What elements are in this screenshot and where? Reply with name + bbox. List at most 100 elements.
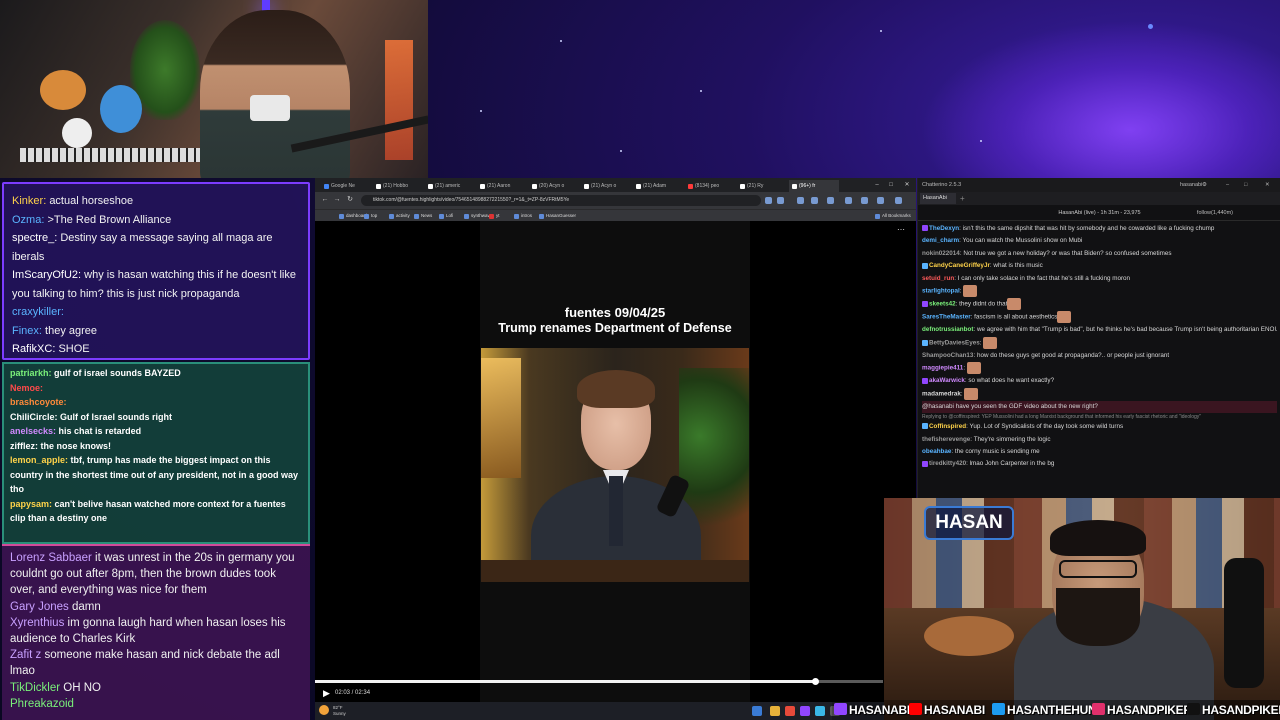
menu-icon[interactable] [895,197,902,204]
profile-icon[interactable] [877,197,884,204]
video-progress-bar[interactable] [315,678,883,685]
browser-tab[interactable]: Google Ne [321,180,371,192]
chat-username[interactable]: TikDickler [10,682,60,694]
chat-username[interactable]: Phreakazoid [10,698,74,710]
bookmark-link[interactable]: yt [489,212,500,220]
chat-username[interactable]: brashcoyote [10,397,64,407]
windows-start-icon[interactable] [752,706,762,716]
chat-username[interactable]: madamedrak [922,390,961,397]
chat-username[interactable]: craxykiller [12,306,61,318]
chat-username[interactable]: CandyCaneGriffeyJr [929,262,990,269]
chat-username[interactable]: skeets42 [929,301,956,308]
tab-hasanabi[interactable]: HasanAbi [920,193,956,204]
reload-icon[interactable]: ↻ [346,196,354,204]
bookmark-link[interactable]: intros [514,212,532,220]
chat-username[interactable]: Gary Jones [10,601,69,613]
browser-tab[interactable]: (8134) peo [685,180,735,192]
browser-tab[interactable]: (21) Acyn o [581,180,631,192]
close-icon[interactable]: ✕ [903,180,911,190]
more-options-icon[interactable]: ⋯ [896,225,906,235]
download-icon[interactable] [845,197,852,204]
bookmark-link[interactable]: Lofi [439,212,453,220]
chat-message: Nemoe: [10,381,302,396]
progress-handle[interactable] [811,678,819,685]
account-name[interactable]: hasanabi [1180,178,1202,192]
chat-username[interactable]: Finex [12,325,39,337]
chat-username[interactable]: obeahbae [922,448,951,455]
browser-tab[interactable]: (96+) fr [789,180,839,192]
chat-username[interactable]: defnotrussianbot [922,326,973,333]
minimize-icon[interactable]: – [873,180,881,190]
extension-icon[interactable] [861,197,868,204]
maximize-icon[interactable]: □ [887,180,895,190]
browser-tab[interactable]: (21) Ry [737,180,787,192]
tab-favicon-icon [636,184,641,189]
back-icon[interactable]: ← [321,196,329,204]
chat-username[interactable]: zifflez [10,441,35,451]
chat-username[interactable]: Zafit z [10,649,41,661]
video-player[interactable]: fuentes 09/04/25 Trump renames Departmen… [480,221,750,702]
chat-username[interactable]: Kinker [12,195,43,207]
gear-icon[interactable]: ⚙ [1202,178,1207,192]
star-icon[interactable] [777,197,784,204]
extension-icon[interactable] [811,197,818,204]
chat-username[interactable]: thefisherevenge [922,436,970,443]
extension-icon[interactable] [827,197,834,204]
chat-username[interactable]: spectre_ [12,232,54,244]
app-icon[interactable] [800,706,810,716]
chat-username[interactable]: maggiepie411 [922,365,963,372]
browser-tab[interactable]: (20) Acyn o [529,180,579,192]
bookmark-link[interactable]: activity [389,212,410,220]
chrome-icon[interactable] [785,706,795,716]
chat-username[interactable]: tiredkitty420 [929,460,966,467]
chat-username[interactable]: Lorenz Sabbaer [10,552,92,564]
all-bookmarks-link[interactable]: All Bookmarks [875,212,911,220]
weather-icon[interactable] [319,705,329,715]
extension-icon[interactable] [765,197,772,204]
chat-username[interactable]: ChiliCircle [10,412,55,422]
chat-username[interactable]: lemon_apple [10,455,65,465]
browser-tab[interactable]: (21) Adam [633,180,683,192]
chat-text: isn't this the same dipshit that was hit… [962,225,1215,232]
chat-username[interactable]: Xyrenthius [10,617,64,629]
chat-username[interactable]: Nemoe [10,383,40,393]
file-explorer-icon[interactable] [770,706,780,716]
extension-icon[interactable] [797,197,804,204]
chat-text: what is this music [993,262,1043,270]
play-icon[interactable]: ▶ [323,688,333,698]
chat-username[interactable]: Ozma [12,214,41,226]
chat-username[interactable]: patriarkh [10,368,49,378]
chat-username[interactable]: SaresTheMaster [922,314,971,321]
minimize-icon[interactable]: – [1226,178,1229,192]
browser-tab[interactable]: (21) Hobbo [373,180,423,192]
url-field[interactable]: tiktok.com/@fuentes.highlights/video/754… [361,195,761,206]
chat-username[interactable]: setuid_run [922,275,954,282]
browser-tab[interactable]: (21) americ [425,180,475,192]
chat-username[interactable]: starlightopal [922,288,960,295]
close-icon[interactable]: ✕ [1265,178,1270,192]
bookmark-link[interactable]: HasanGuesser [539,212,576,220]
chat-username[interactable]: ImScaryOfU2 [12,269,78,281]
chat-username[interactable]: papysam [10,499,49,509]
maximize-icon[interactable]: □ [1244,178,1247,192]
chat-username[interactable]: akaWarwick [929,377,965,384]
chat-username[interactable]: demi_charm [922,237,959,244]
chat-username[interactable]: BettyDaviesEyes [929,339,980,346]
follow-mode[interactable]: follow(1,440m) [1197,205,1233,221]
chat-username[interactable]: RafikXC [12,343,52,355]
chat-text: we agree with him that "Trump is bad", b… [976,326,1277,334]
chat-username[interactable]: Coffinspired [929,423,966,430]
chat-text: someone make hasan and nick debate the a… [10,649,280,678]
chat-username[interactable]: ShampooChan13 [922,352,973,359]
figurine [40,70,86,110]
bookmark-link[interactable]: News [414,212,432,220]
chat-username[interactable]: anelsecks [10,426,53,436]
chat-username[interactable]: TheDexyn [929,225,959,232]
browser-tab[interactable]: (21) Aaron [477,180,527,192]
app-icon[interactable] [815,706,825,716]
chat-message: madamedrak: [922,387,1277,401]
forward-icon[interactable]: → [333,196,341,204]
chat-username[interactable]: nokin022014 [922,250,960,257]
add-tab-icon[interactable]: + [960,192,965,205]
bookmark-link[interactable]: top [364,212,377,220]
